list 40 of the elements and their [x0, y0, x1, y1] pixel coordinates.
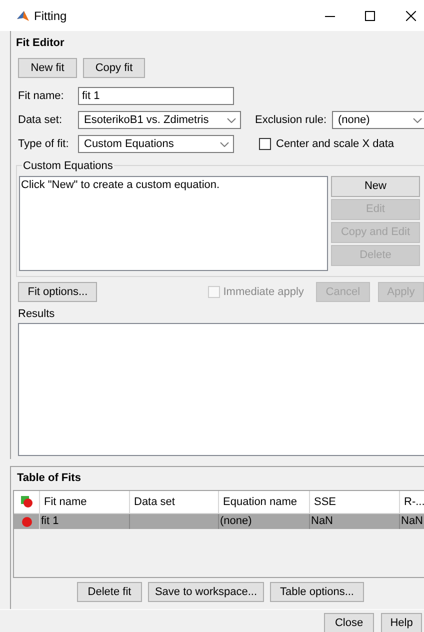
checkbox-label: Immediate apply [223, 284, 304, 300]
panel-title: Fit Editor [16, 36, 66, 51]
close-icon[interactable] [406, 10, 416, 20]
chevron-down-icon [413, 118, 422, 122]
table-cell: (none) [219, 514, 310, 529]
list-box[interactable]: Click "New" to create a custom equation. [19, 176, 328, 271]
field-label: Type of fit: [18, 136, 70, 152]
checkbox[interactable] [259, 138, 271, 150]
status-dot-icon [22, 516, 32, 526]
table-cell: NaN [310, 514, 400, 529]
button[interactable]: Table options... [270, 582, 364, 602]
button[interactable]: Save to workspace... [148, 582, 264, 602]
dropdown[interactable]: EsoterikoB1 vs. Zdimetris [78, 111, 241, 129]
table-cell: NaN [400, 514, 424, 529]
dropdown[interactable]: Custom Equations [78, 135, 234, 153]
button[interactable]: New fit [18, 58, 77, 78]
chevron-down-icon [220, 142, 229, 146]
window-title: Fitting [34, 8, 67, 24]
button[interactable]: Fit options... [18, 282, 98, 302]
chevron-down-icon [227, 118, 236, 122]
button[interactable]: Close [324, 613, 374, 632]
section-label: Results [18, 307, 56, 322]
field-label: Data set: [18, 112, 64, 128]
checkbox-label: Center and scale X data [276, 136, 394, 152]
button[interactable]: New [331, 176, 420, 197]
text-field[interactable]: fit 1 [78, 87, 234, 105]
placeholder-text: Click "New" to create a custom equation. [21, 179, 220, 191]
field-label: Exclusion rule: [255, 112, 328, 128]
button[interactable]: Help [381, 613, 422, 632]
panel-title: Table of Fits [17, 471, 82, 486]
field-label: Fit name: [18, 88, 65, 104]
status-icon [20, 496, 32, 508]
button[interactable]: Copy fit [83, 58, 145, 78]
maximize-icon[interactable] [365, 10, 375, 20]
table-row[interactable]: fit 1 (none) NaN NaN [14, 514, 424, 529]
table-cell: fit 1 [40, 514, 130, 529]
group-title: Custom Equations [22, 158, 114, 174]
app-logo-icon [16, 8, 30, 22]
button[interactable]: Delete fit [77, 582, 142, 602]
dropdown[interactable]: (none) [332, 111, 424, 129]
